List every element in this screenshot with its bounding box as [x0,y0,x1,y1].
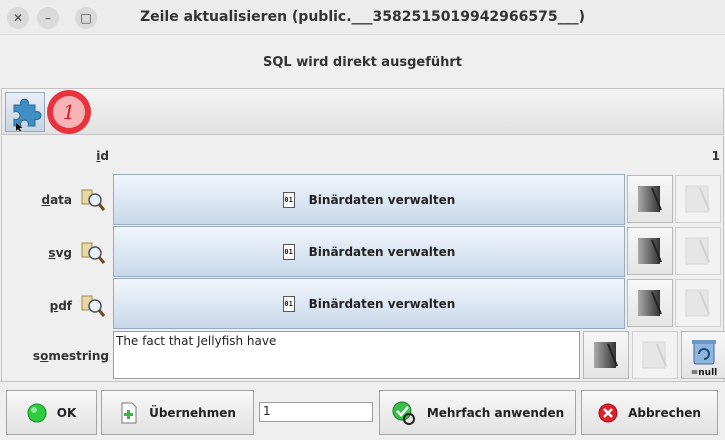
step-badge-number: 1 [53,96,85,128]
window-title: Zeile aktualisieren (public.___358251501… [139,9,586,25]
cancel-x-icon [598,403,618,422]
plugin-button[interactable] [5,92,45,132]
id-value: 1 [711,149,720,163]
step-badge: 1 [47,90,91,134]
edit-pencil-disabled-icon [685,289,710,317]
edit-svg-button[interactable] [627,227,673,275]
clear-pdf-button[interactable] [675,279,721,327]
magnifier-icon[interactable] [80,240,106,266]
edit-pencil-disabled-icon [685,185,710,213]
magnifier-icon[interactable] [80,187,106,213]
button-label: Binärdaten verwalten [308,296,456,311]
dialog-subtitle: SQL wird direkt ausgeführt [263,55,462,70]
toolbar: 1 [1,88,724,135]
cancel-label: Abbrechen [628,405,701,420]
apply-button[interactable]: Übernehmen [101,390,254,435]
label-pdf: pdf [49,299,72,313]
cancel-button[interactable]: Abbrechen [581,390,718,435]
edit-pencil-icon [638,238,662,264]
edit-pencil-icon [638,186,662,212]
edit-somestring-button[interactable] [583,331,629,379]
clear-svg-button[interactable] [675,227,721,275]
label-data: data [41,193,72,207]
add-document-icon [121,402,137,423]
clear-somestring-button[interactable] [632,331,678,379]
binary-file-icon: 01 [282,191,295,208]
green-circle-icon [27,403,47,422]
puzzle-icon [13,98,42,132]
edit-pencil-disabled-icon [642,341,667,369]
label-somestring: somestring [32,349,109,363]
manage-binary-pdf-button[interactable]: 01 Binärdaten verwalten [113,278,625,329]
ok-label: OK [56,405,77,420]
manage-binary-svg-button[interactable]: 01 Binärdaten verwalten [113,226,625,277]
bottom-bar: OK Übernehmen 1 Mehrfach anwenden Abbrec… [0,381,725,440]
manage-binary-data-button[interactable]: 01 Binärdaten verwalten [113,174,625,225]
multi-apply-label: Mehrfach anwenden [426,405,565,420]
binary-file-icon: 01 [282,243,295,260]
null-label: =null [691,368,718,378]
field-panel: id 1 data 01 Binärdaten verwalten svg 01… [1,136,725,381]
edit-pencil-disabled-icon [685,237,710,265]
magnifier-icon[interactable] [80,293,106,319]
trash-null-icon: =null [691,340,718,378]
label-svg: svg [48,246,72,260]
multi-apply-button[interactable]: Mehrfach anwenden [379,390,576,435]
label-id: id [96,149,109,163]
binary-file-icon: 01 [282,295,295,312]
button-label: Binärdaten verwalten [308,244,456,259]
edit-data-button[interactable] [627,175,673,223]
somestring-textarea[interactable]: The fact that Jellyfish have [113,331,580,379]
edit-pdf-button[interactable] [627,279,673,327]
set-null-button[interactable]: =null [681,331,725,379]
check-refresh-icon [392,401,415,425]
window-titlebar: ✕ – □ Zeile aktualisieren (public.___358… [0,0,725,35]
ok-button[interactable]: OK [6,390,97,435]
button-label: Binärdaten verwalten [308,192,456,207]
edit-pencil-icon [638,290,662,316]
apply-count-input[interactable]: 1 [259,402,373,422]
clear-data-button[interactable] [675,175,721,223]
apply-label: Übernehmen [149,405,236,420]
edit-pencil-icon [594,342,618,368]
